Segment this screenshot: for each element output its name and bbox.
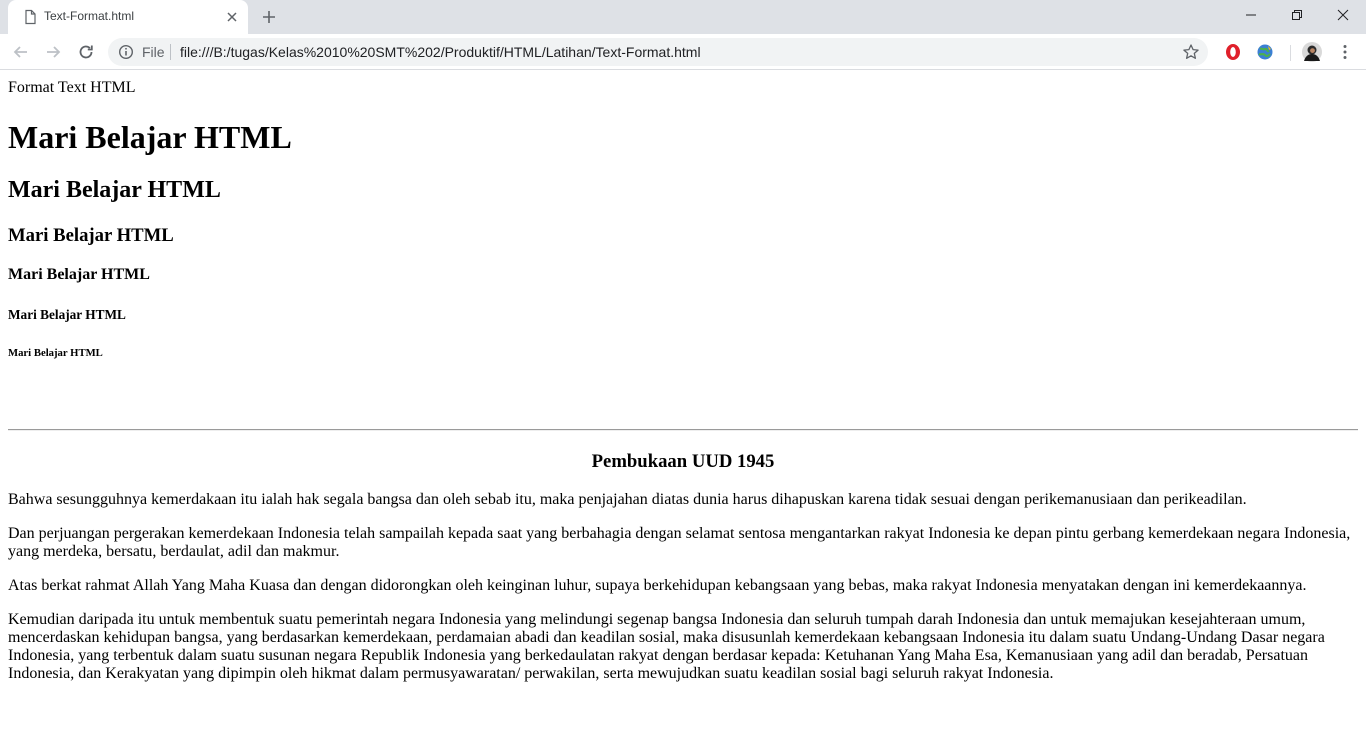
toolbar-divider <box>1290 45 1291 61</box>
horizontal-rule <box>8 429 1358 431</box>
close-icon[interactable] <box>224 9 240 25</box>
file-icon <box>22 9 38 25</box>
page-content: Format Text HTML Mari Belajar HTML Mari … <box>0 71 1366 738</box>
heading-6: Mari Belajar HTML <box>8 347 103 359</box>
address-divider <box>170 44 171 60</box>
heading-3: Mari Belajar HTML <box>8 225 174 246</box>
paragraph: Atas berkat rahmat Allah Yang Maha Kuasa… <box>8 577 1307 594</box>
arrow-left-icon[interactable] <box>11 42 31 62</box>
opera-icon[interactable] <box>1224 43 1242 61</box>
tab-strip: Text-Format.html <box>0 0 1366 34</box>
heading-5: Mari Belajar HTML <box>8 307 126 322</box>
info-icon[interactable] <box>118 44 134 60</box>
browser-tab[interactable]: Text-Format.html <box>8 0 248 34</box>
page-title: Format Text HTML <box>8 79 136 96</box>
section-heading: Pembukaan UUD 1945 <box>591 451 775 472</box>
heading-1: Mari Belajar HTML <box>8 119 292 155</box>
globe-icon[interactable] <box>1256 43 1274 61</box>
heading-4: Mari Belajar HTML <box>8 266 150 283</box>
tab-title: Text-Format.html <box>44 9 135 23</box>
url-text[interactable]: file:///B:/tugas/Kelas%2010%20SMT%202/Pr… <box>180 44 701 60</box>
paragraph: Dan perjuangan pergerakan kemerdekaan In… <box>8 525 1351 560</box>
paragraph: Bahwa sesungguhnya kemerdakaan itu ialah… <box>8 491 1247 508</box>
kebab-menu-icon[interactable] <box>1336 43 1354 61</box>
reload-icon[interactable] <box>76 42 96 62</box>
paragraph: Kemudian daripada itu untuk membentuk su… <box>8 611 1325 682</box>
restore-button[interactable] <box>1274 0 1320 30</box>
scheme-label: File <box>142 44 165 60</box>
plus-icon[interactable] <box>260 8 278 26</box>
window-close-button[interactable] <box>1320 0 1366 30</box>
browser-toolbar: File file:///B:/tugas/Kelas%2010%20SMT%2… <box>0 34 1366 70</box>
arrow-right-icon[interactable] <box>43 42 63 62</box>
minimize-button[interactable] <box>1228 0 1274 30</box>
heading-2: Mari Belajar HTML <box>8 177 221 203</box>
avatar-icon[interactable] <box>1302 42 1322 62</box>
star-icon[interactable] <box>1182 43 1200 61</box>
address-bar[interactable]: File file:///B:/tugas/Kelas%2010%20SMT%2… <box>108 38 1208 66</box>
